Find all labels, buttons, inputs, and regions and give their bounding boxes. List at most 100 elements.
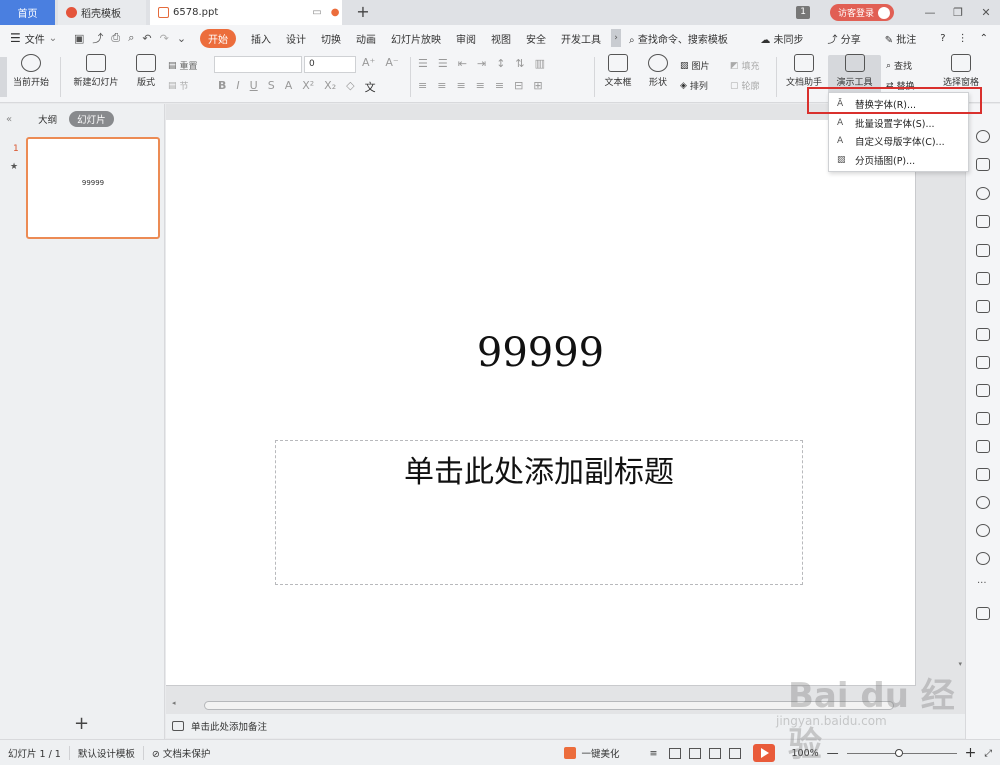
new-slide-button[interactable]: 新建幻灯片	[66, 51, 126, 88]
underline-icon[interactable]: U	[250, 79, 258, 95]
add-slide-button[interactable]: +	[74, 713, 89, 734]
image-icon[interactable]	[976, 440, 990, 453]
grid-icon[interactable]	[976, 272, 990, 285]
subtitle-placeholder[interactable]: 单击此处添加副标题	[275, 440, 803, 585]
select-pane-button[interactable]: 选择窗格	[938, 51, 984, 88]
doc-assistant-button[interactable]: 文档助手	[782, 51, 826, 88]
copy-icon[interactable]	[976, 158, 990, 171]
menu-batch-font[interactable]: A 批量设置字体(S)...	[829, 114, 968, 133]
share-button[interactable]: ⤴ 分享	[828, 31, 873, 46]
font-color-icon[interactable]: A	[285, 79, 293, 95]
text-icon[interactable]	[976, 356, 990, 369]
slide-title[interactable]: 99999	[166, 330, 915, 376]
align-center-icon[interactable]: ≡	[437, 79, 446, 92]
save-icon[interactable]: ▣	[74, 32, 84, 45]
sync-status[interactable]: ☁ 未同步	[760, 31, 815, 46]
font-size-select[interactable]: 0	[304, 56, 356, 73]
notes-view-icon[interactable]: ≡	[649, 748, 661, 759]
strikethrough-icon[interactable]: S	[268, 79, 275, 95]
distribute-icon[interactable]: ≡	[495, 79, 504, 92]
table-icon[interactable]	[976, 244, 990, 257]
italic-icon[interactable]: I	[236, 79, 239, 95]
increase-indent-icon[interactable]: ⇥	[477, 57, 486, 70]
print-preview-icon[interactable]: ⌕	[128, 31, 134, 45]
archive-icon[interactable]	[976, 412, 990, 425]
minimize-icon[interactable]: —	[916, 6, 944, 19]
share-out-icon[interactable]	[976, 384, 990, 397]
normal-view-icon[interactable]	[669, 747, 682, 759]
tab-outline[interactable]: 大纲	[38, 112, 57, 126]
vertical-align-icon[interactable]: ⊟	[514, 79, 523, 92]
menu-transition[interactable]: 切换	[321, 31, 341, 46]
font-name-select[interactable]	[214, 56, 302, 73]
quick-more-icon[interactable]: ⌄	[177, 32, 186, 45]
menu-animation[interactable]: 动画	[356, 31, 376, 46]
menu-review[interactable]: 审阅	[456, 31, 476, 46]
more-options-icon[interactable]: ⋮	[958, 33, 968, 44]
font-shrink-icon[interactable]: A⁻	[385, 56, 398, 69]
tab-templates[interactable]: 稻壳模板	[58, 0, 146, 25]
undo-icon[interactable]: ↶	[142, 32, 151, 45]
location-icon[interactable]	[976, 187, 990, 200]
shape-button[interactable]: 形状	[642, 51, 674, 88]
collapse-ribbon-icon[interactable]: ⌃	[980, 33, 988, 44]
menu-home[interactable]: 开始	[200, 28, 237, 48]
from-current-button[interactable]: 当前开始	[9, 51, 53, 88]
presenter-view-icon[interactable]	[729, 747, 742, 759]
bold-icon[interactable]: B	[218, 79, 226, 95]
monitor-icon[interactable]: ▭	[312, 7, 321, 18]
new-tab-button[interactable]: +	[354, 2, 372, 21]
fit-window-icon[interactable]: ⤢	[984, 748, 992, 759]
collapse-panel-icon[interactable]: «	[6, 114, 12, 125]
print-icon[interactable]: ⎙	[111, 31, 120, 45]
star-icon[interactable]	[976, 130, 990, 143]
command-search[interactable]: ⌕ 查找命令、搜索模板	[629, 31, 728, 46]
menu-view[interactable]: 视图	[491, 31, 511, 46]
play-slideshow-button[interactable]	[753, 744, 776, 762]
sorter-view-icon[interactable]	[689, 747, 702, 759]
help-icon[interactable]: ?	[940, 33, 945, 44]
slide-thumbnail[interactable]: 99999	[26, 137, 160, 239]
outline-button[interactable]: ▢ 轮廓	[730, 79, 760, 93]
justify-icon[interactable]: ≡	[476, 79, 485, 92]
numbered-list-icon[interactable]: ☰	[438, 57, 448, 70]
menu-scroll-right-icon[interactable]: ›	[611, 29, 622, 47]
layout-button[interactable]: 版式	[130, 51, 162, 88]
export-icon[interactable]: ⤴	[92, 30, 103, 46]
menu-security[interactable]: 安全	[526, 31, 546, 46]
restore-icon[interactable]: ❐	[944, 6, 972, 19]
window-count-badge[interactable]: 1	[796, 6, 810, 19]
superscript-icon[interactable]: X²	[302, 79, 314, 95]
annotate-button[interactable]: ✎ 批注	[885, 31, 929, 46]
picture-button[interactable]: ▨ 图片	[680, 59, 710, 73]
tab-home[interactable]: 首页	[0, 0, 55, 25]
close-icon[interactable]: ✕	[972, 6, 1000, 19]
menu-slideshow[interactable]: 幻灯片放映	[391, 31, 441, 46]
sliders-icon[interactable]	[976, 328, 990, 341]
chart-icon[interactable]	[976, 300, 990, 313]
more-horizontal-icon[interactable]: ···	[977, 578, 987, 589]
section-button[interactable]: ▤ 节	[168, 79, 189, 93]
textbox-button[interactable]: 文本框	[598, 51, 638, 88]
menu-paged-illustration[interactable]: ▨ 分页插图(P)...	[829, 151, 968, 170]
line-spacing-icon[interactable]: ↕	[496, 57, 505, 70]
find-button[interactable]: ⌕ 查找	[886, 59, 912, 73]
menu-custom-master-font[interactable]: A 自定义母版字体(C)...	[829, 132, 968, 151]
align-right-icon[interactable]: ≡	[456, 79, 465, 92]
compass-icon[interactable]	[976, 524, 990, 537]
menu-developer[interactable]: 开发工具	[561, 31, 601, 46]
text-direction-icon[interactable]: ⇅	[515, 57, 524, 70]
guest-login-button[interactable]: 访客登录	[829, 4, 894, 21]
cube-icon[interactable]	[976, 607, 990, 620]
text-effect-icon[interactable]: 文	[365, 79, 376, 95]
ribbon-scroll-left-icon[interactable]	[0, 57, 7, 97]
beautify-button[interactable]: 一键美化	[564, 746, 619, 760]
audio-icon[interactable]	[976, 468, 990, 481]
reading-view-icon[interactable]	[709, 747, 722, 759]
tab-slides[interactable]: 幻灯片	[69, 111, 114, 127]
slide[interactable]: 99999 单击此处添加副标题	[166, 120, 916, 686]
fill-button[interactable]: ◩ 填充	[730, 59, 760, 73]
subscript-icon[interactable]: X₂	[324, 79, 336, 95]
shield-icon[interactable]	[976, 496, 990, 509]
file-menu[interactable]: ☰ 文件 ⌄	[0, 31, 64, 46]
